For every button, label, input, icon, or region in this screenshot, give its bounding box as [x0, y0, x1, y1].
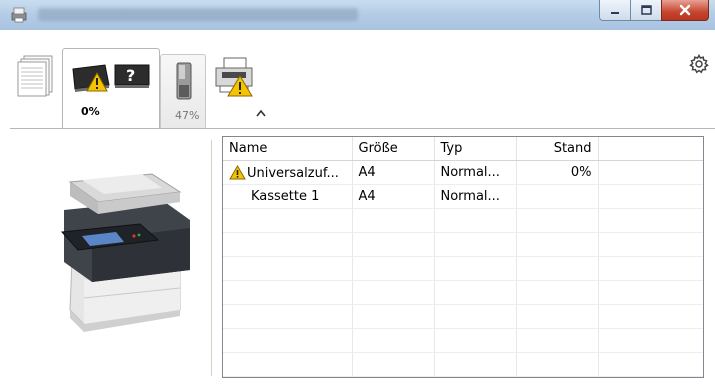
close-icon: [679, 4, 691, 16]
toner-alert-icon: ?: [72, 64, 150, 92]
maximize-button[interactable]: [630, 0, 662, 21]
waste-toner-icon: [176, 62, 192, 100]
table-cell-name: Kassette 1: [223, 184, 353, 209]
row-size: A4: [352, 184, 435, 209]
table-row-empty: [223, 376, 703, 377]
row-type: Normal...: [434, 160, 517, 185]
printer-app-icon: [11, 7, 27, 23]
minimize-button[interactable]: [599, 0, 631, 21]
table-row-empty: [223, 256, 703, 281]
table-row[interactable]: Universalzuf... A4 Normal... 0%: [223, 160, 703, 185]
maximize-icon: [640, 5, 652, 15]
waste-toner-level-label: 47%: [175, 109, 200, 122]
panel-splitter[interactable]: [211, 140, 212, 376]
warning-icon: [229, 164, 246, 179]
table-row[interactable]: Kassette 1 A4 Normal...: [223, 184, 703, 209]
pages-icon[interactable]: [16, 54, 56, 98]
table-row-empty: [223, 280, 703, 305]
printer-alert-icon[interactable]: [212, 56, 256, 98]
status-toolbar: ? 0% 47%: [0, 30, 715, 128]
row-type: Normal...: [434, 184, 517, 209]
row-name: Universalzuf...: [247, 165, 339, 181]
printer-image: [60, 173, 190, 332]
close-button[interactable]: [661, 0, 709, 21]
row-level: [516, 184, 599, 209]
table-header-row: Name Größe Typ Stand: [223, 137, 703, 161]
minimize-icon: [611, 12, 619, 14]
chevron-up-icon[interactable]: [255, 109, 267, 117]
gear-icon[interactable]: [689, 54, 709, 74]
paper-source-table: Name Größe Typ Stand Universalzuf... A4 …: [222, 136, 704, 378]
title-bar: [0, 0, 715, 31]
table-cell-name: Universalzuf...: [223, 160, 353, 185]
table-row-empty: [223, 208, 703, 233]
tab-toner[interactable]: ? 0%: [62, 48, 160, 128]
table-row-empty: [223, 328, 703, 353]
table-row-empty: [223, 232, 703, 257]
column-header-type[interactable]: Typ: [434, 137, 517, 161]
row-name: Kassette 1: [251, 189, 320, 204]
column-header-size[interactable]: Größe: [352, 137, 435, 161]
toolbar-divider: [10, 128, 715, 129]
row-size: A4: [352, 160, 435, 185]
column-header-level[interactable]: Stand: [516, 137, 599, 161]
table-row-empty: [223, 352, 703, 377]
toner-level-label: 0%: [81, 105, 100, 118]
window-title: [38, 8, 358, 21]
column-header-name[interactable]: Name: [223, 137, 353, 161]
table-row-empty: [223, 304, 703, 329]
tab-waste-toner[interactable]: 47%: [160, 54, 206, 128]
svg-text:?: ?: [126, 66, 135, 85]
row-level: 0%: [516, 160, 599, 185]
column-header-empty: [598, 137, 703, 161]
